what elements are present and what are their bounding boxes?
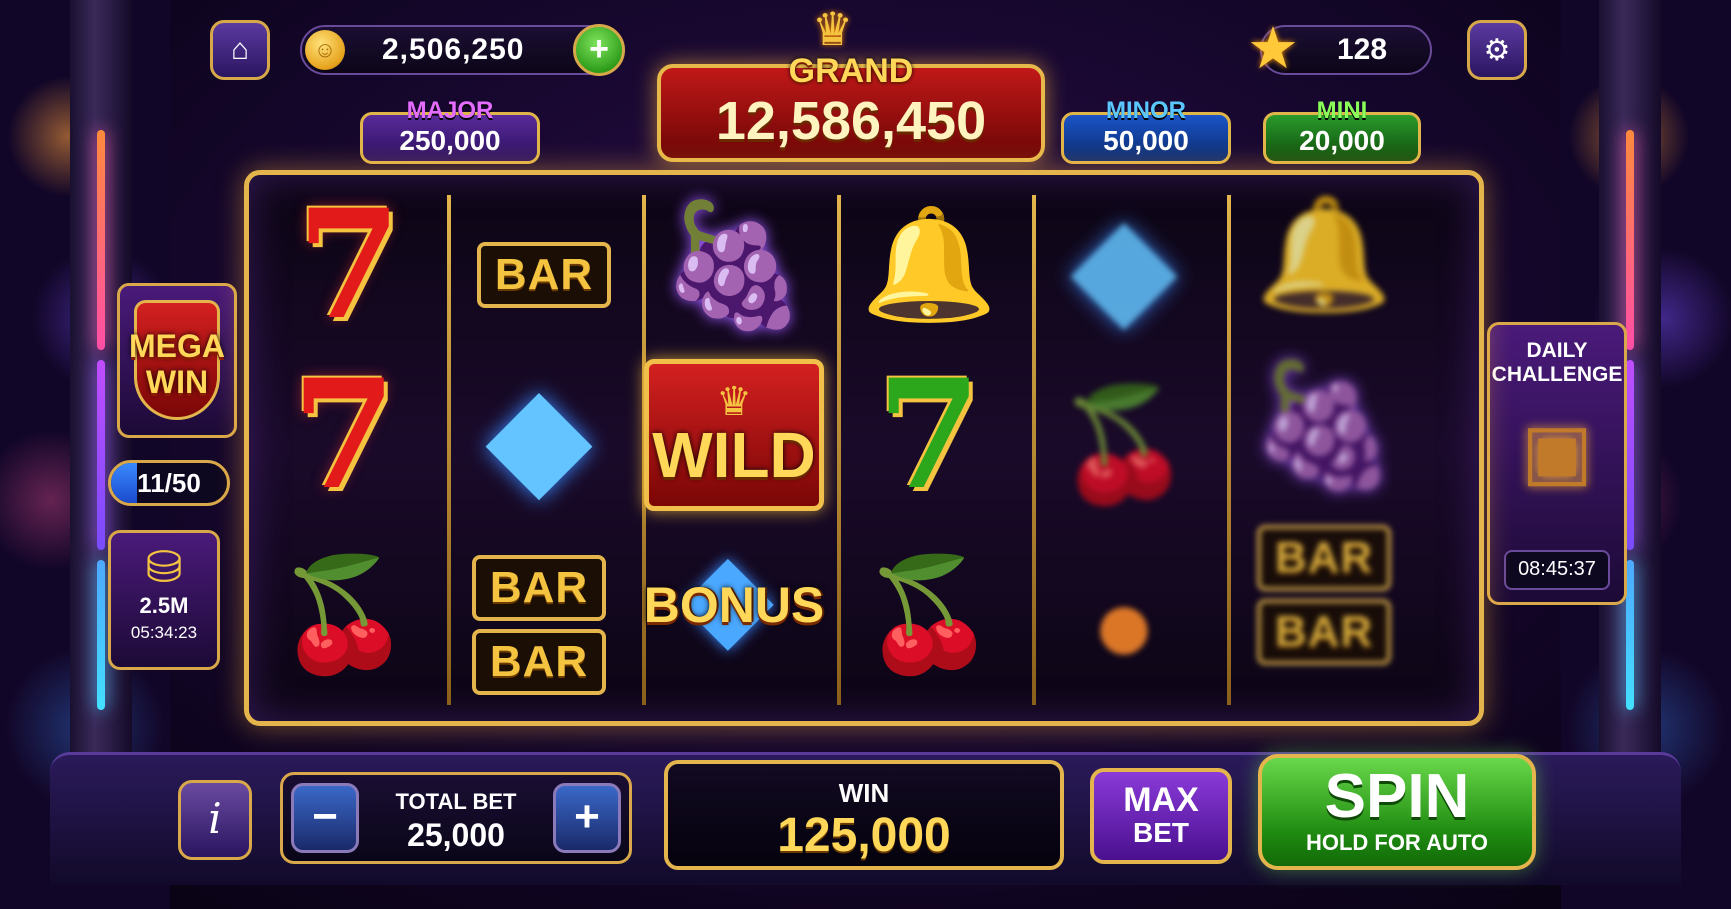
win-label: WIN: [838, 778, 890, 808]
neon-light: [97, 560, 105, 710]
peach-icon: ●: [1090, 563, 1158, 686]
home-button[interactable]: ⌂: [210, 20, 270, 80]
mega-win-line1: MEGA: [129, 328, 225, 364]
crown-icon: ♛: [812, 3, 854, 55]
star-balance-value: 128: [1337, 33, 1388, 66]
info-button[interactable]: i: [178, 780, 252, 860]
treasure-chest-icon: ▣: [1521, 409, 1593, 494]
neon-light: [97, 360, 105, 550]
grapes-icon: 🍇: [1249, 358, 1399, 492]
coin-bonus-value: 2.5M: [139, 593, 189, 618]
symbol-double-bar: BAR BAR: [449, 545, 629, 705]
grand-jackpot-label: GRAND: [788, 52, 914, 90]
bell-icon: 🔔: [860, 203, 998, 326]
major-jackpot-value: 250,000: [399, 125, 501, 156]
house-icon: ⌂: [230, 33, 250, 66]
spin-button[interactable]: SPIN HOLD FOR AUTO: [1258, 754, 1536, 870]
max-bet-button[interactable]: MAX BET: [1090, 768, 1232, 864]
cherries-icon: 🍒: [1055, 383, 1193, 506]
grand-jackpot-value: 12,586,450: [715, 91, 987, 151]
reel-window: 7 7 🍒 BAR ◆ BAR BAR 🍇 ♛ WILD ◆ BONUS 🔔 7…: [244, 170, 1484, 726]
symbol-blue-diamond: ◆: [449, 355, 629, 515]
max-bet-line1: MAX: [1123, 781, 1199, 819]
coin-stack-icon: ⛁: [145, 543, 183, 592]
spin-label: SPIN: [1324, 762, 1470, 831]
bell-icon: 🔔: [1255, 193, 1393, 316]
cherries-icon: 🍒: [275, 553, 413, 676]
mega-win-line2: WIN: [145, 364, 209, 400]
neon-light: [97, 130, 105, 350]
progress-text: 11/50: [137, 468, 201, 498]
star-balance: ★ 128: [1247, 17, 1432, 81]
mini-jackpot: MINI 20,000: [1263, 97, 1421, 164]
symbol-grapes: 🍇: [644, 185, 824, 345]
symbol-grapes: 🍇: [1234, 345, 1414, 505]
symbol-bell: 🔔: [1234, 175, 1414, 335]
neon-light: [1626, 130, 1634, 350]
symbol-bonus: ◆ BONUS: [644, 525, 825, 685]
gear-icon: ⚙: [1483, 33, 1511, 67]
symbol-cherries: 🍒: [839, 535, 1019, 695]
coin-bonus-timer: 05:34:23: [130, 623, 198, 642]
daily-title-line1: DAILY: [1526, 339, 1588, 362]
mega-win-progress: 11/50: [108, 460, 230, 506]
symbol-blue-diamond: ◆: [1034, 185, 1214, 345]
grapes-icon: 🍇: [659, 198, 809, 332]
major-jackpot: MAJOR 250,000: [360, 97, 540, 164]
add-coins-button[interactable]: +: [573, 24, 625, 76]
coin-balance-value: 2,506,250: [382, 33, 525, 66]
daily-challenge-card[interactable]: DAILY CHALLENGE ▣ 08:45:37: [1487, 322, 1627, 605]
minor-jackpot-label: MINOR: [1106, 97, 1186, 124]
star-icon: ★: [1247, 16, 1299, 81]
crown-icon: ♛: [716, 380, 752, 424]
symbol-wild: ♛ WILD: [644, 355, 824, 515]
diamond-icon: ◆: [1070, 186, 1178, 343]
increase-bet-button[interactable]: +: [553, 783, 621, 853]
symbol-bell: 🔔: [839, 185, 1019, 345]
symbol-cherries: 🍒: [1034, 365, 1214, 525]
neon-light: [1626, 360, 1634, 550]
minor-jackpot-value: 50,000: [1103, 125, 1189, 156]
symbol-green-seven: 7: [876, 347, 982, 523]
mini-jackpot-label: MINI: [1316, 97, 1368, 124]
grand-jackpot: GRAND 12,586,450: [657, 52, 1045, 162]
daily-title-line2: CHALLENGE: [1491, 363, 1623, 386]
neon-light: [1626, 560, 1634, 710]
symbol-peach: ●: [1034, 545, 1214, 705]
daily-challenge-timer: 08:45:37: [1504, 550, 1610, 590]
symbol-bar: BAR: [454, 195, 634, 355]
symbol-red-seven: 7: [296, 177, 402, 353]
mini-jackpot-value: 20,000: [1299, 125, 1385, 156]
coin-icon: ☺: [305, 30, 345, 70]
settings-button[interactable]: ⚙: [1467, 20, 1527, 80]
cherries-icon: 🍒: [860, 553, 998, 676]
diamond-icon: ◆: [485, 356, 593, 513]
mega-win-badge[interactable]: MEGA WIN: [117, 283, 237, 438]
symbol-double-bar: BAR BAR: [1234, 515, 1414, 675]
spin-sub-label: HOLD FOR AUTO: [1305, 830, 1489, 855]
reel-divider: [1227, 195, 1231, 705]
coin-bonus-card[interactable]: ⛁ 2.5M 05:34:23: [108, 530, 220, 670]
minor-jackpot: MINOR 50,000: [1061, 97, 1231, 164]
major-jackpot-label: MAJOR: [406, 97, 494, 124]
max-bet-line2: BET: [1133, 817, 1189, 848]
win-display: WIN 125,000: [664, 760, 1064, 870]
total-bet-panel: − TOTAL BET 25,000 +: [280, 772, 632, 864]
win-value: 125,000: [777, 809, 951, 862]
symbol-red-seven: 7: [291, 347, 397, 523]
symbol-cherries: 🍒: [254, 535, 434, 695]
coin-balance: ☺ 2,506,250: [300, 25, 620, 75]
